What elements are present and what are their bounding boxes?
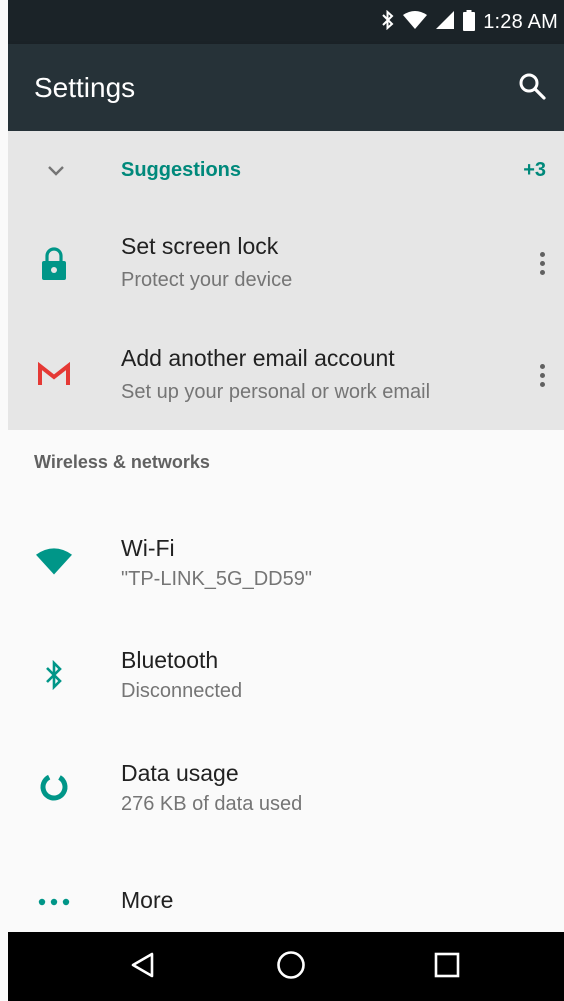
back-button[interactable]	[103, 932, 183, 1001]
settings-item-title: More	[121, 887, 174, 913]
section-header-wireless: Wireless & networks	[34, 452, 210, 472]
gmail-icon	[36, 356, 72, 392]
recents-button[interactable]	[407, 932, 487, 1001]
page-title: Settings	[34, 72, 136, 103]
settings-item-subtitle: 276 KB of data used	[121, 793, 303, 815]
bluetooth-icon	[36, 657, 72, 693]
suggestion-subtitle: Protect your device	[121, 269, 293, 291]
settings-item-subtitle: Disconnected	[121, 680, 243, 702]
cell-signal-icon	[435, 10, 455, 34]
chevron-down-icon[interactable]	[42, 157, 70, 185]
settings-item-data-usage[interactable]: Data usage 276 KB of data used	[8, 728, 564, 840]
wifi-status-icon	[403, 11, 428, 33]
status-bar: 1:28 AM	[8, 0, 564, 44]
home-button[interactable]	[251, 932, 331, 1001]
settings-item-title: Data usage	[121, 760, 239, 786]
suggestions-header[interactable]: Suggestions +3	[8, 131, 564, 213]
suggestions-section: Suggestions +3 Set screen lock Protect y…	[8, 131, 564, 430]
bluetooth-status-icon	[381, 9, 395, 34]
back-icon	[130, 951, 156, 983]
suggestion-item-screen-lock[interactable]: Set screen lock Protect your device	[8, 213, 564, 323]
wifi-icon	[36, 543, 72, 579]
settings-item-wifi[interactable]: Wi-Fi "TP-LINK_5G_DD59"	[8, 505, 564, 615]
settings-item-title: Wi-Fi	[121, 535, 175, 561]
suggestion-title: Add another email account	[121, 345, 395, 371]
battery-icon	[463, 9, 476, 35]
recents-icon	[434, 952, 460, 982]
suggestions-title: Suggestions	[121, 159, 242, 181]
overflow-menu-icon[interactable]	[530, 355, 554, 395]
overflow-menu-icon[interactable]	[530, 243, 554, 283]
settings-screen: 1:28 AM Settings Suggestions +3 Set scre…	[8, 0, 564, 1001]
lock-icon	[36, 246, 72, 282]
status-icons: 1:28 AM	[381, 0, 558, 44]
suggestion-title: Set screen lock	[121, 233, 279, 259]
suggestions-count: +3	[523, 159, 546, 181]
settings-item-subtitle: "TP-LINK_5G_DD59"	[121, 568, 312, 590]
search-icon	[518, 72, 546, 104]
data-usage-icon	[36, 769, 72, 805]
search-button[interactable]	[512, 68, 552, 108]
settings-item-more[interactable]: More	[8, 840, 564, 932]
more-icon	[36, 884, 72, 920]
suggestion-subtitle: Set up your personal or work email	[121, 381, 431, 403]
settings-item-title: Bluetooth	[121, 647, 219, 673]
home-icon	[276, 950, 306, 984]
app-bar: Settings	[8, 44, 564, 131]
status-time: 1:28 AM	[483, 10, 558, 33]
suggestion-item-email[interactable]: Add another email account Set up your pe…	[8, 323, 564, 430]
navigation-bar	[8, 932, 564, 1001]
settings-item-bluetooth[interactable]: Bluetooth Disconnected	[8, 615, 564, 728]
